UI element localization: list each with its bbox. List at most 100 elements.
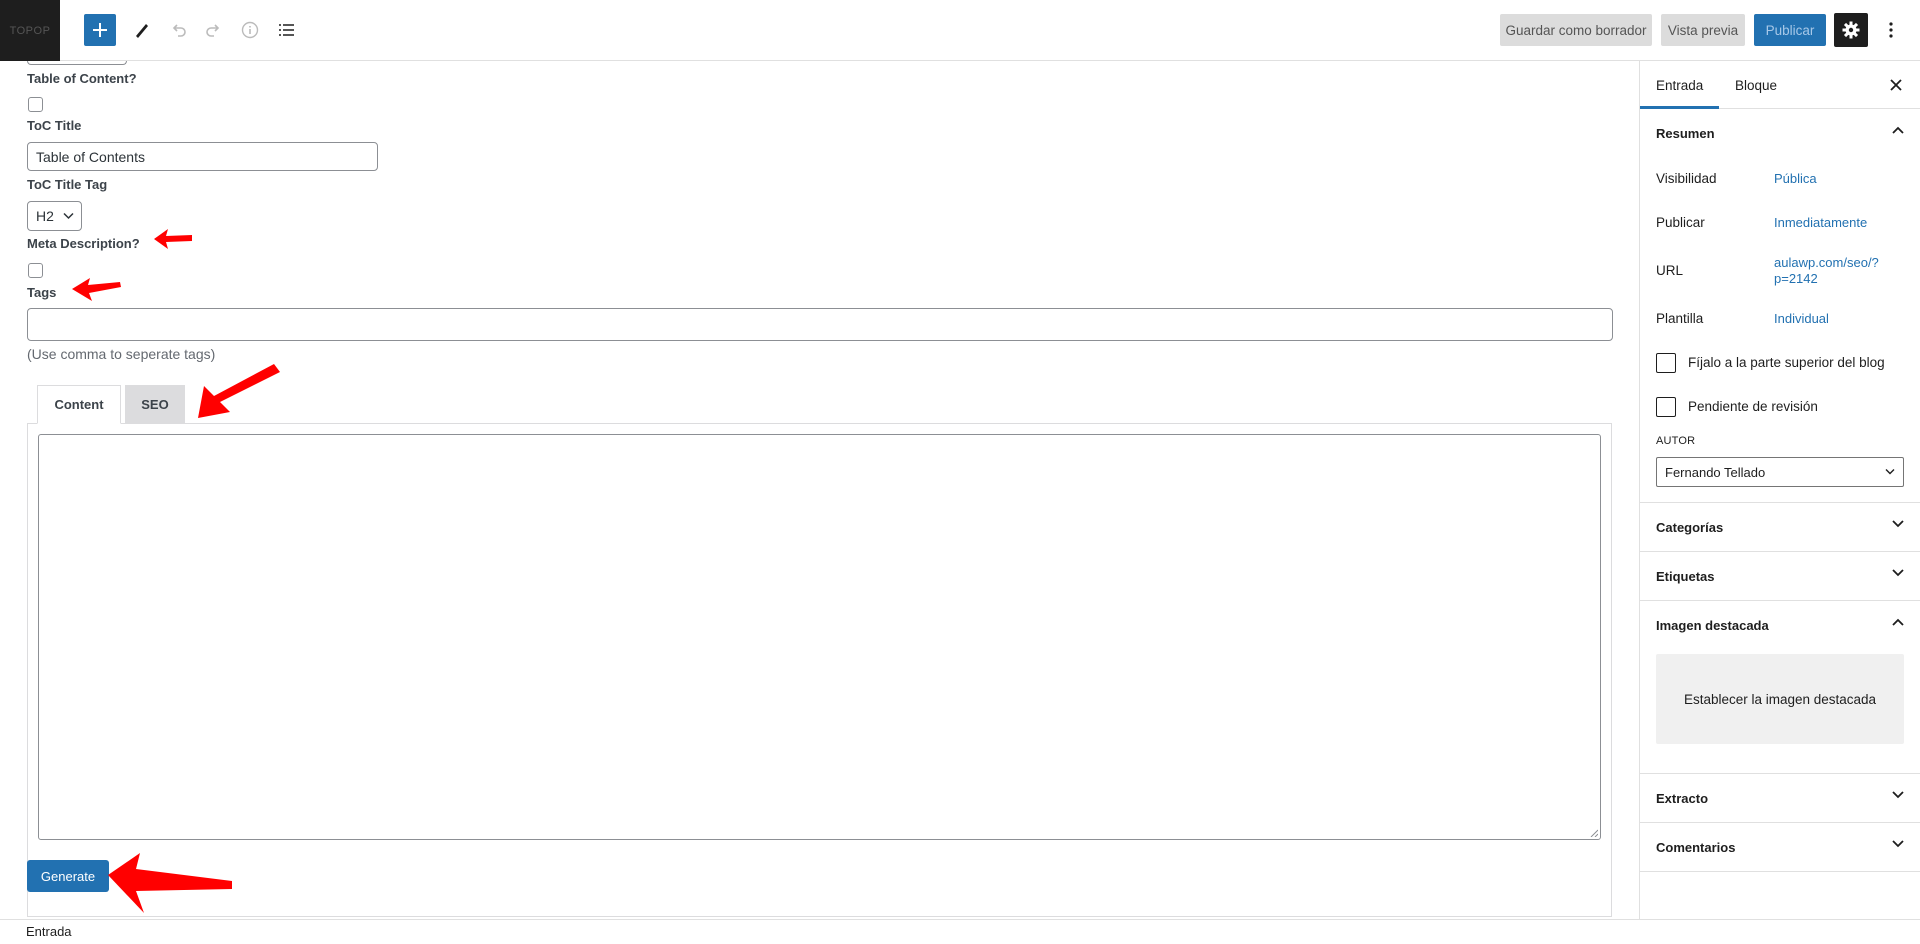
panel-tags-title: Etiquetas [1656,568,1715,584]
toc-tag-value: H2 [36,208,54,224]
chevron-down-icon [1892,840,1904,848]
details-button[interactable] [234,14,266,46]
footer-breadcrumb-bar: Entrada [0,919,1920,944]
kebab-menu-icon [1889,22,1893,38]
tab-bloque-label: Bloque [1735,77,1778,93]
tab-entrada-label: Entrada [1656,77,1704,93]
redo-icon [206,24,220,37]
url-label: URL [1656,263,1684,278]
cut-off-field [27,61,127,65]
settings-sidebar: Entrada Bloque Resumen Visibilidad Públi… [1639,61,1920,919]
panel-comments-toggle[interactable]: Comentarios [1640,823,1920,871]
more-options-button[interactable] [1876,14,1906,46]
content-textarea[interactable] [38,434,1601,840]
author-label: AUTOR [1656,435,1696,447]
tools-button[interactable] [126,14,158,46]
toc-title-value: Table of Contents [36,148,145,165]
tab-bloque[interactable]: Bloque [1735,61,1777,109]
url-line-2: p=2142 [1774,271,1818,286]
plus-icon [93,23,107,37]
undo-icon [172,24,186,37]
redo-button[interactable] [198,14,230,46]
tab-seo-label: SEO [141,397,169,412]
publish-button[interactable]: Publicar [1754,14,1826,46]
sticky-checkbox[interactable] [1656,353,1676,373]
toc-tag-select[interactable]: H2 [27,201,82,231]
tab-content-label: Content [54,397,104,412]
chevron-down-icon [1892,791,1904,799]
chevron-down-icon [1885,469,1895,475]
url-line-1: aulawp.com/seo/? [1774,255,1879,270]
annotation-arrow-icon [154,229,192,249]
set-featured-image-label: Establecer la imagen destacada [1683,691,1877,707]
set-featured-image-button[interactable]: Establecer la imagen destacada [1656,654,1904,744]
breadcrumb[interactable]: Entrada [26,924,72,939]
tab-seo[interactable]: SEO [125,385,185,424]
toc-title-input[interactable]: Table of Contents [27,142,378,171]
publish-label: Publicar [1765,22,1815,38]
panel-categories-toggle[interactable]: Categorías [1640,503,1920,551]
panel-featured-image-toggle[interactable]: Imagen destacada [1640,601,1920,649]
info-icon [241,21,259,39]
chevron-down-icon [63,212,74,220]
author-select[interactable]: Fernando Tellado [1656,457,1904,487]
site-logo-text: TOPOP [9,24,51,37]
chevron-down-icon [1892,569,1904,577]
meta-description-checkbox[interactable] [28,263,43,278]
undo-button[interactable] [162,14,194,46]
site-logo[interactable]: TOPOP [0,0,60,61]
generate-label: Generate [40,868,96,884]
tags-input[interactable] [27,308,1613,341]
visibility-label: Visibilidad [1656,171,1717,186]
pending-review-label: Pendiente de revisión [1688,399,1818,414]
panel-summary-toggle[interactable]: Resumen [1640,109,1920,157]
list-view-button[interactable] [270,14,302,46]
save-draft-label: Guardar como borrador [1505,22,1647,38]
preview-label: Vista previa [1667,22,1739,38]
author-value: Fernando Tellado [1665,464,1766,480]
editor-canvas: Table of Content? ToC Title Table of Con… [0,61,1639,919]
template-link[interactable]: Individual [1774,311,1829,327]
toc-title-label: ToC Title [27,118,82,133]
panel-categories-title: Categorías [1656,519,1724,535]
annotation-arrow-icon [198,364,280,418]
panel-excerpt-title: Extracto [1656,790,1709,806]
toc-question-label: Table of Content? [27,71,137,86]
settings-button[interactable] [1834,13,1868,47]
visibility-link[interactable]: Pública [1774,171,1817,187]
gear-icon [1842,21,1860,39]
sticky-label: Fíjalo a la parte superior del blog [1688,355,1885,370]
panel-summary-title: Resumen [1656,125,1715,141]
toc-checkbox[interactable] [28,97,43,112]
panel-excerpt-toggle[interactable]: Extracto [1640,774,1920,822]
toc-tag-label: ToC Title Tag [27,177,108,192]
publish-date-label: Publicar [1656,215,1705,230]
editor-top-bar: TOPOP Guardar como borrador Vista previa… [0,0,1920,61]
pending-review-checkbox[interactable] [1656,397,1676,417]
pencil-icon [136,24,148,38]
close-sidebar-button[interactable] [1886,75,1906,95]
save-draft-button[interactable]: Guardar como borrador [1500,14,1652,46]
list-view-icon [279,24,294,36]
url-link[interactable]: aulawp.com/seo/? p=2142 [1774,255,1879,287]
tags-label: Tags [27,285,57,300]
annotation-arrow-icon [72,278,121,301]
panel-tags-toggle[interactable]: Etiquetas [1640,552,1920,600]
add-block-button[interactable] [84,14,116,46]
preview-button[interactable]: Vista previa [1661,14,1745,46]
tab-content[interactable]: Content [37,385,121,424]
close-icon [1890,79,1902,91]
chevron-down-icon [1892,520,1904,528]
resize-handle-icon[interactable] [1590,829,1598,837]
template-label: Plantilla [1656,311,1704,326]
tab-entrada[interactable]: Entrada [1656,61,1703,109]
panel-featured-image-title: Imagen destacada [1656,617,1769,633]
tags-hint: (Use comma to seperate tags) [27,346,216,362]
sidebar-tabs: Entrada Bloque [1640,61,1920,109]
publish-date-link[interactable]: Inmediatamente [1774,215,1867,231]
chevron-up-icon [1892,126,1904,134]
annotation-arrow-icon [108,853,232,913]
divider [1640,871,1920,872]
panel-comments-title: Comentarios [1656,839,1736,855]
generate-button[interactable]: Generate [27,860,109,892]
